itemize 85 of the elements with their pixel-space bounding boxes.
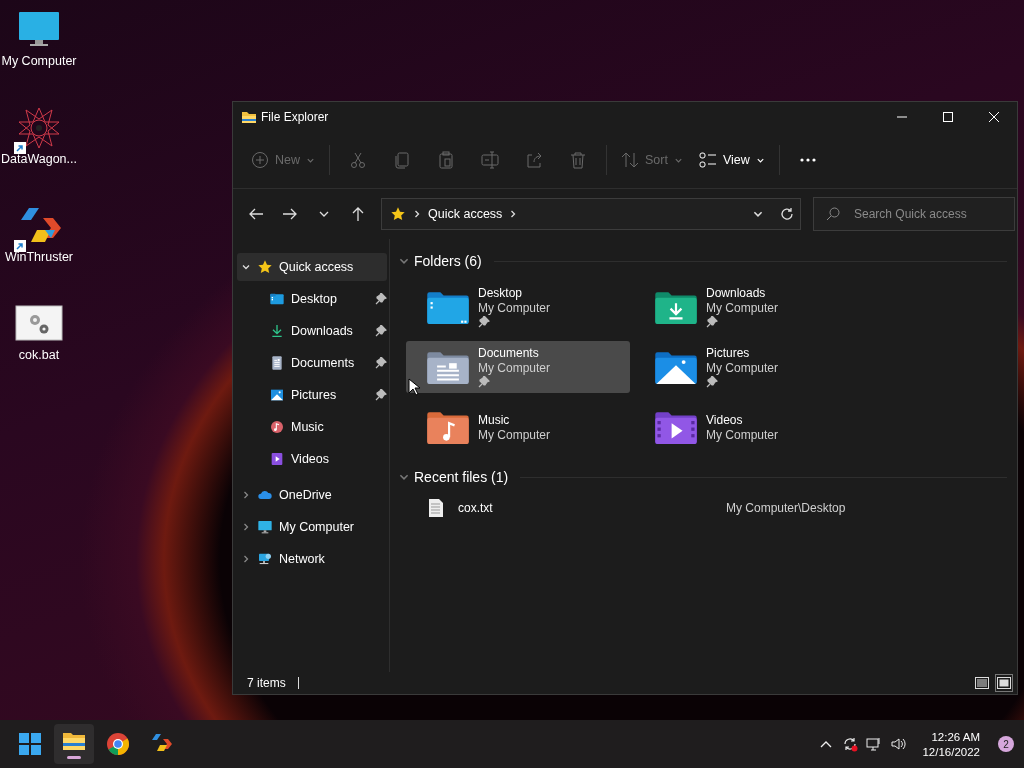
folder-location: My Computer <box>706 361 779 375</box>
item-count: 7 items <box>247 676 286 690</box>
music-folder-icon <box>426 409 470 445</box>
folder-name: Music <box>478 412 511 427</box>
address-bar[interactable]: Quick access <box>381 198 801 230</box>
clock-date[interactable]: 12/16/2022 <box>922 745 980 758</box>
desktop-folder-icon <box>269 291 285 307</box>
collapse-chevron-icon <box>241 262 251 272</box>
download-folder-icon <box>654 289 698 325</box>
star-icon <box>257 259 273 275</box>
folder-location: My Computer <box>478 427 551 442</box>
expand-chevron-icon <box>241 490 251 500</box>
download-icon <box>269 323 285 339</box>
window-title: File Explorer <box>261 110 329 124</box>
desktop-icon-label[interactable]: cok.bat <box>18 348 60 362</box>
folder-name: Pictures <box>706 346 751 360</box>
chevron-icon <box>412 209 422 219</box>
sidebar-item[interactable]: Network <box>237 545 387 573</box>
refresh-icon[interactable] <box>780 207 794 221</box>
folder-location: My Computer <box>478 361 551 375</box>
folder-tile[interactable]: Desktop My Computer <box>406 281 630 333</box>
close-icon <box>989 112 999 122</box>
desktop-icon-label[interactable]: My Computer <box>1 54 77 68</box>
picture-icon <box>269 387 285 403</box>
taskbar-app-button[interactable] <box>54 724 94 764</box>
picture-folder-icon <box>654 349 698 385</box>
sidebar-item[interactable]: Downloads <box>237 317 387 345</box>
sidebar-item[interactable]: Quick access <box>237 253 387 281</box>
desktop-icon-label[interactable]: WinThruster <box>4 250 74 264</box>
details-view-icon <box>975 677 989 689</box>
sidebar-item[interactable]: Videos <box>237 445 387 473</box>
folder-tile[interactable]: Music My Computer <box>406 401 630 453</box>
windows-logo-icon <box>18 732 42 756</box>
folder-tile[interactable]: Videos My Computer <box>634 401 858 453</box>
video-folder-icon <box>654 409 698 445</box>
browser-icon <box>106 732 130 756</box>
file-name[interactable]: cox.txt <box>458 501 726 515</box>
folder-tile[interactable]: Downloads My Computer <box>634 281 858 333</box>
tiles-view-button[interactable] <box>995 674 1013 692</box>
group-heading: Folders (6) <box>414 253 482 269</box>
folder-tile[interactable]: Documents My Computer <box>406 341 630 393</box>
volume-icon[interactable] <box>890 736 907 752</box>
sidebar-item[interactable]: OneDrive <box>237 481 387 509</box>
view-button[interactable]: View <box>692 143 771 177</box>
search-field[interactable]: Search Quick access <box>813 197 1015 231</box>
expand-chevron-icon <box>241 554 251 564</box>
maximize-icon <box>943 112 953 122</box>
arrow-right-icon <box>282 206 298 222</box>
network-icon <box>257 551 273 567</box>
folder-name: Desktop <box>478 286 524 300</box>
document-icon <box>269 355 285 371</box>
music-icon <box>269 419 285 435</box>
large-icons-view-icon <box>997 677 1011 689</box>
folder-icon <box>241 109 257 125</box>
folder-tile[interactable]: Pictures My Computer <box>634 341 858 393</box>
sidebar-item[interactable]: Pictures <box>237 381 387 409</box>
expand-chevron-icon <box>241 522 251 532</box>
sidebar-item[interactable]: Desktop <box>237 285 387 313</box>
file-location: My Computer\Desktop <box>726 501 846 515</box>
group-heading: Recent files (1) <box>414 469 509 485</box>
notification-badge[interactable]: 2 <box>998 736 1014 752</box>
folder-name: Downloads <box>706 286 767 300</box>
folder-name: Videos <box>706 412 744 427</box>
details-view-button[interactable] <box>973 674 991 692</box>
star-icon <box>390 206 406 222</box>
folder-location: My Computer <box>706 427 779 442</box>
sidebar-item[interactable]: My Computer <box>237 513 387 541</box>
arrow-up-icon <box>350 206 366 222</box>
breadcrumb-item[interactable]: Quick access <box>428 207 503 221</box>
folder-location: My Computer <box>478 301 551 315</box>
cursor-icon <box>408 378 420 396</box>
sidebar-item[interactable]: Documents <box>237 349 387 377</box>
sync-icon[interactable] <box>842 736 859 752</box>
network-icon[interactable] <box>866 736 883 752</box>
monitor-icon <box>257 519 273 535</box>
video-icon <box>269 451 285 467</box>
desktop-folder-icon <box>426 289 470 325</box>
document-folder-icon <box>426 349 470 385</box>
desktop-icon-label[interactable]: DataWagon... <box>1 152 77 166</box>
clock-time[interactable]: 12:26 AM <box>931 730 980 743</box>
folder-name: Documents <box>478 346 540 360</box>
sidebar-item[interactable]: Music <box>237 413 387 441</box>
folder-location: My Computer <box>706 301 779 315</box>
text-file-icon <box>428 498 444 518</box>
arrow-left-icon <box>248 206 264 222</box>
